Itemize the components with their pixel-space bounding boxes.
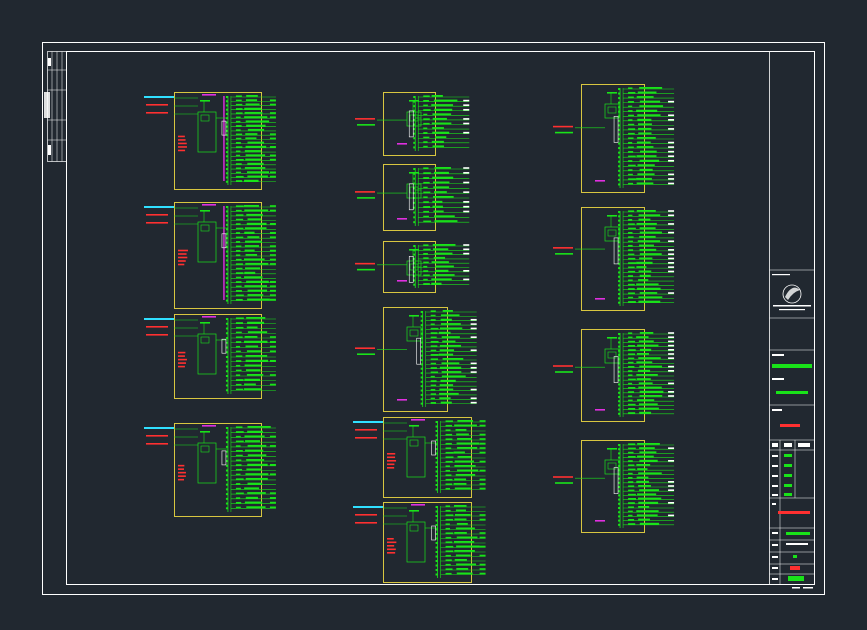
panel-p14[interactable] (553, 440, 675, 533)
inner-sheet-border (66, 51, 815, 585)
panel-p4[interactable] (144, 423, 276, 517)
panel-p7[interactable] (355, 241, 470, 293)
panel-p6[interactable] (355, 164, 470, 231)
panel-p3[interactable] (144, 314, 276, 399)
panel-p11[interactable] (553, 84, 675, 193)
title-block (769, 51, 815, 589)
panel-p10[interactable] (353, 502, 486, 583)
panel-p1[interactable] (144, 92, 276, 190)
panel-p5[interactable] (355, 92, 470, 156)
panel-p8[interactable] (355, 307, 477, 412)
revision-strip (44, 51, 67, 162)
panel-p12[interactable] (553, 207, 675, 311)
company-logo-icon (772, 274, 811, 311)
panel-p9[interactable] (353, 417, 486, 498)
panel-p13[interactable] (553, 329, 675, 422)
cad-drawing-canvas[interactable] (0, 0, 867, 630)
distribution-panels (144, 84, 675, 583)
panel-p2[interactable] (144, 202, 276, 309)
